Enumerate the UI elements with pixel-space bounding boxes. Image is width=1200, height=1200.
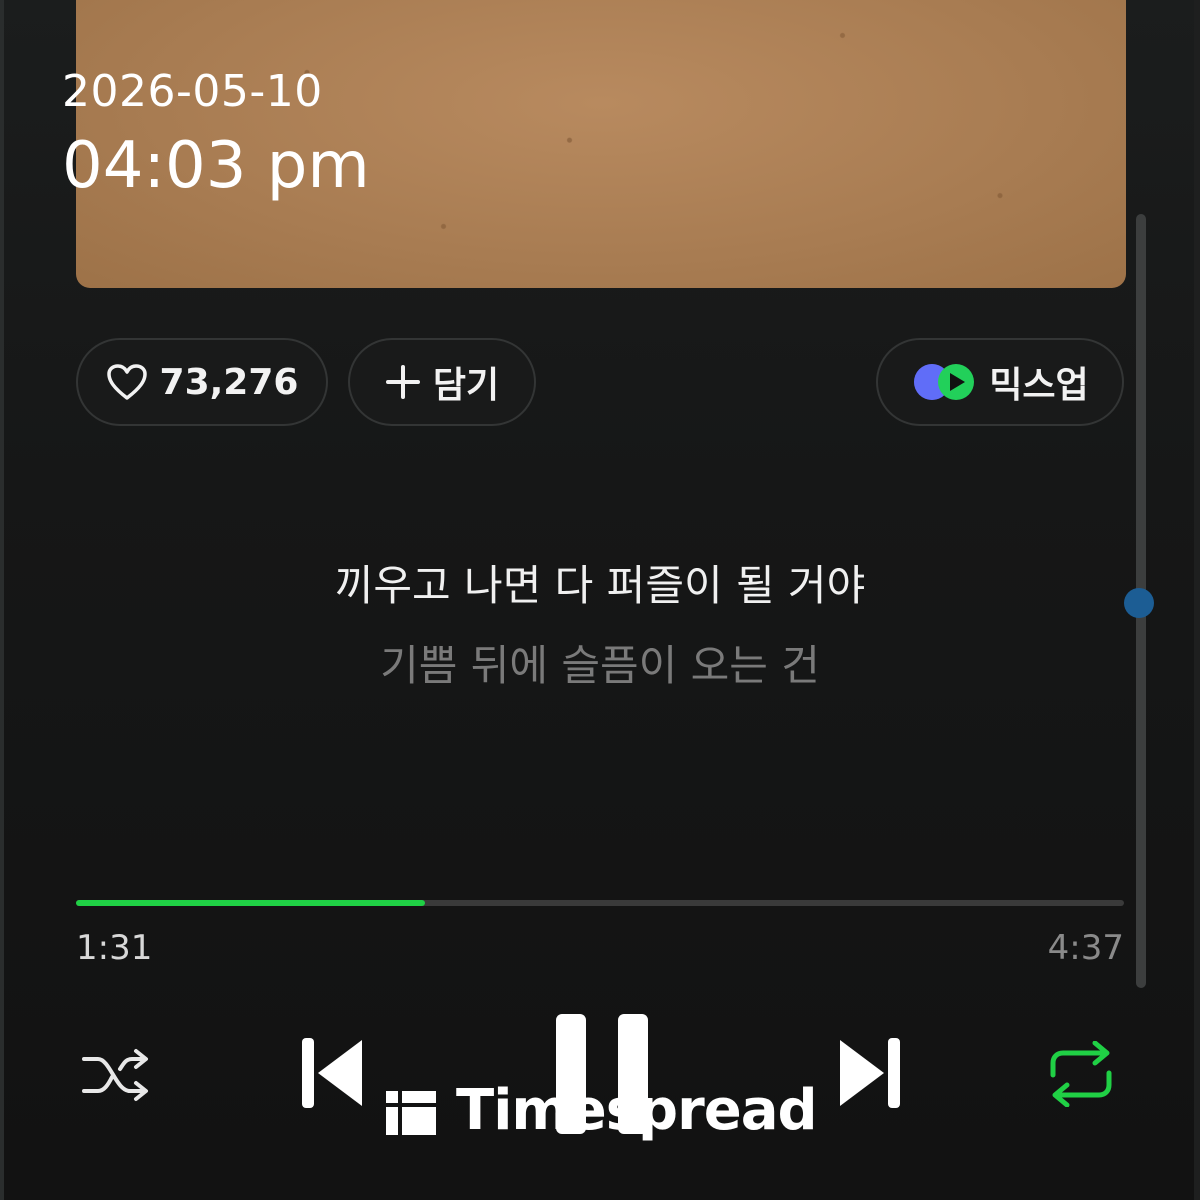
mixup-icon: [911, 361, 977, 403]
heart-icon: [106, 363, 148, 401]
watermark: Timespread: [386, 1077, 818, 1143]
time-text: 04:03 pm: [62, 129, 370, 203]
progress-fill: [76, 900, 425, 906]
next-button[interactable]: [834, 1036, 904, 1110]
elapsed-time: 1:31: [76, 928, 153, 968]
repeat-button[interactable]: [1044, 1040, 1118, 1108]
like-count: 73,276: [159, 361, 299, 403]
add-label: 담기: [432, 365, 500, 406]
mixup-button[interactable]: 믹스업: [876, 338, 1124, 426]
lyrics-next-line[interactable]: 기쁨 뒤에 슬픔이 오는 건: [0, 632, 1200, 693]
repeat-icon: [1050, 1041, 1112, 1107]
date-text: 2026-05-10: [62, 66, 323, 117]
next-icon: [840, 1038, 900, 1108]
watermark-text: Timespread: [456, 1077, 818, 1143]
mixup-label: 믹스업: [989, 365, 1089, 406]
previous-button[interactable]: [298, 1036, 368, 1110]
plus-icon: [385, 364, 421, 400]
scrollbar-thumb[interactable]: [1124, 588, 1154, 618]
progress-bar[interactable]: [76, 900, 1124, 906]
lyrics-current-line[interactable]: 끼우고 나면 다 퍼즐이 될 거야: [0, 552, 1200, 613]
shuffle-icon: [82, 1049, 148, 1101]
add-button[interactable]: 담기: [348, 338, 536, 426]
shuffle-button[interactable]: [78, 1042, 154, 1108]
timespread-logo-icon: [386, 1085, 436, 1135]
like-button[interactable]: 73,276: [76, 338, 328, 426]
total-time: 4:37: [1047, 928, 1124, 968]
previous-icon: [302, 1038, 362, 1108]
